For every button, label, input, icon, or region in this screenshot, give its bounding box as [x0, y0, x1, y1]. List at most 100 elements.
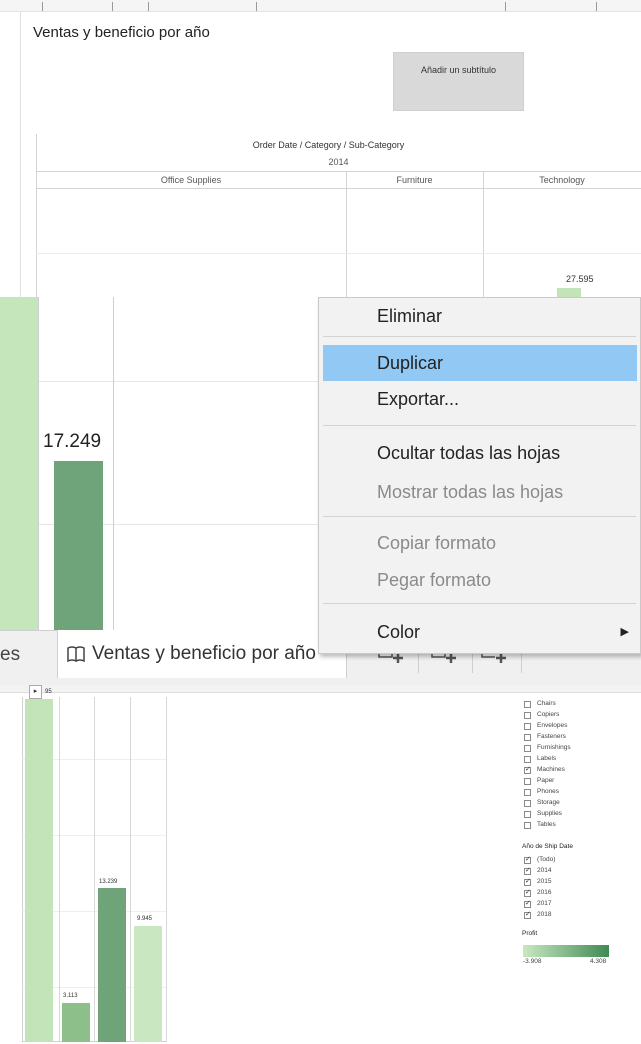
toolbar-tick	[148, 2, 149, 11]
filter-label-2017[interactable]: 2017	[537, 899, 551, 909]
menu-item-mostrar-todas-las-hojas: Mostrar todas las hojas	[377, 482, 564, 502]
filter-label-2014[interactable]: 2014	[537, 866, 551, 876]
toolbar-tick	[505, 2, 506, 11]
filter-checkbox[interactable]	[524, 789, 531, 796]
expand-toggle-icon[interactable]: ▸	[29, 685, 42, 699]
column-divider	[38, 297, 39, 630]
toolbar-tick	[112, 2, 113, 11]
bar-value-label: 95	[45, 689, 52, 695]
filter-checkbox[interactable]	[524, 701, 531, 708]
legend-gradient	[523, 945, 609, 957]
zoomed-worksheet-view: 17.249 es Ventas y beneficio por año Eli…	[0, 297, 641, 685]
category-header-furniture: Furniture	[396, 175, 433, 185]
filter-checkbox-checked[interactable]	[524, 888, 531, 897]
toolbar-tick	[256, 2, 257, 11]
category-divider	[483, 171, 484, 297]
bar[interactable]	[134, 926, 162, 1042]
filter-label-2016[interactable]: 2016	[537, 888, 551, 898]
column-divider	[130, 697, 131, 1042]
column-divider	[113, 297, 114, 630]
bar-value-label: 27.595	[566, 274, 594, 284]
menu-separator	[323, 603, 636, 604]
filter-label-todo[interactable]: (Todo)	[537, 855, 555, 865]
filter-label-tables[interactable]: Tables	[537, 820, 556, 830]
category-header-technology: Technology	[539, 175, 585, 185]
dashboard-book-icon	[67, 646, 85, 663]
filter-label-copiers[interactable]: Copiers	[537, 710, 559, 720]
filter-label-supplies[interactable]: Supplies	[537, 809, 562, 819]
category-header-office-supplies: Office Supplies	[160, 175, 222, 185]
filter-checkbox-checked[interactable]	[524, 899, 531, 908]
column-divider	[94, 697, 95, 1042]
column-header: Order Date / Category / Sub-Category	[252, 140, 405, 150]
filter-checkbox-checked[interactable]	[524, 765, 531, 774]
filter-label-storage[interactable]: Storage	[537, 798, 560, 808]
menu-separator	[323, 516, 636, 517]
sheet-tab-previous[interactable]: es	[0, 644, 20, 666]
column-divider	[166, 697, 167, 1042]
gridline	[36, 253, 641, 254]
menu-item-eliminar[interactable]: Eliminar	[323, 298, 637, 334]
filter-checkbox[interactable]	[524, 800, 531, 807]
menu-item-color[interactable]: Color ▶	[323, 614, 637, 650]
filter-checkbox[interactable]	[524, 778, 531, 785]
category-divider	[346, 171, 347, 297]
bar[interactable]	[54, 461, 103, 630]
filter-label-phones[interactable]: Phones	[537, 787, 559, 797]
filter-checkbox[interactable]	[524, 745, 531, 752]
sheet-tab-label: Ventas y beneficio por año	[92, 643, 316, 664]
context-menu: Eliminar Duplicar Exportar... Ocultar to…	[318, 297, 641, 654]
filter-label-envelopes[interactable]: Envelopes	[537, 721, 567, 731]
filter-label-2015[interactable]: 2015	[537, 877, 551, 887]
bar[interactable]	[557, 288, 581, 297]
subtitle-placeholder[interactable]: Añadir un subtítulo	[393, 52, 524, 111]
bar-value-label: 13.239	[99, 879, 118, 885]
bar-value-label: 3.113	[63, 993, 78, 999]
menu-item-color-label: Color	[377, 622, 421, 642]
toolbar-tick	[596, 2, 597, 11]
legend-title: Profit	[522, 930, 538, 937]
filter-checkbox-checked[interactable]	[524, 877, 531, 886]
filter-checkbox[interactable]	[524, 811, 531, 818]
toolbar-tick	[42, 2, 43, 11]
menu-separator	[323, 425, 636, 426]
menu-item-copiar-formato: Copiar formato	[377, 533, 497, 553]
filter-label-paper[interactable]: Paper	[537, 776, 554, 786]
filter-label-machines[interactable]: Machines	[537, 765, 565, 775]
bar[interactable]	[0, 297, 38, 630]
filter-checkbox-checked[interactable]	[524, 855, 531, 864]
toolbar-strip	[0, 685, 641, 693]
menu-item-pegar-formato: Pegar formato	[377, 570, 492, 590]
filter-label-chairs[interactable]: Chairs	[537, 699, 556, 709]
filter-checkbox[interactable]	[524, 822, 531, 829]
filter-title: Año de Ship Date	[522, 843, 573, 850]
menu-item-ocultar-todas-las-hojas[interactable]: Ocultar todas las hojas	[323, 435, 637, 471]
filter-checkbox[interactable]	[524, 756, 531, 763]
dashboard-title[interactable]: Ventas y beneficio por año	[33, 24, 210, 41]
dashboard-view: Ventas y beneficio por año Añadir un sub…	[0, 0, 641, 297]
filter-checkbox-checked[interactable]	[524, 866, 531, 875]
bar-value-label: 9.945	[137, 916, 153, 922]
menu-separator	[323, 336, 636, 337]
lower-worksheet-view: ▸ 95 3.113 13.239 9.945 Chairs Copiers E…	[0, 685, 641, 1044]
bar[interactable]	[98, 888, 126, 1042]
submenu-arrow-icon: ▶	[620, 626, 629, 638]
filter-label-2018[interactable]: 2018	[537, 910, 551, 920]
subtitle-placeholder-text: Añadir un subtítulo	[420, 65, 497, 75]
filter-label-furnishings[interactable]: Furnishings	[537, 743, 571, 753]
filter-label-fasteners[interactable]: Fasteners	[537, 732, 566, 742]
menu-item-exportar[interactable]: Exportar...	[323, 381, 637, 417]
filter-label-labels[interactable]: Labels	[537, 754, 556, 764]
bar-value-label: 17.249	[43, 431, 102, 452]
filter-checkbox[interactable]	[524, 723, 531, 730]
bar[interactable]	[25, 699, 53, 1042]
bar[interactable]	[62, 1003, 90, 1042]
menu-item-duplicar[interactable]: Duplicar	[323, 345, 637, 381]
filter-checkbox[interactable]	[524, 712, 531, 719]
filter-checkbox-checked[interactable]	[524, 910, 531, 919]
divider	[36, 188, 641, 189]
ruler-line	[20, 12, 21, 297]
column-divider	[59, 697, 60, 1042]
toolbar-strip	[0, 0, 641, 12]
filter-checkbox[interactable]	[524, 734, 531, 741]
